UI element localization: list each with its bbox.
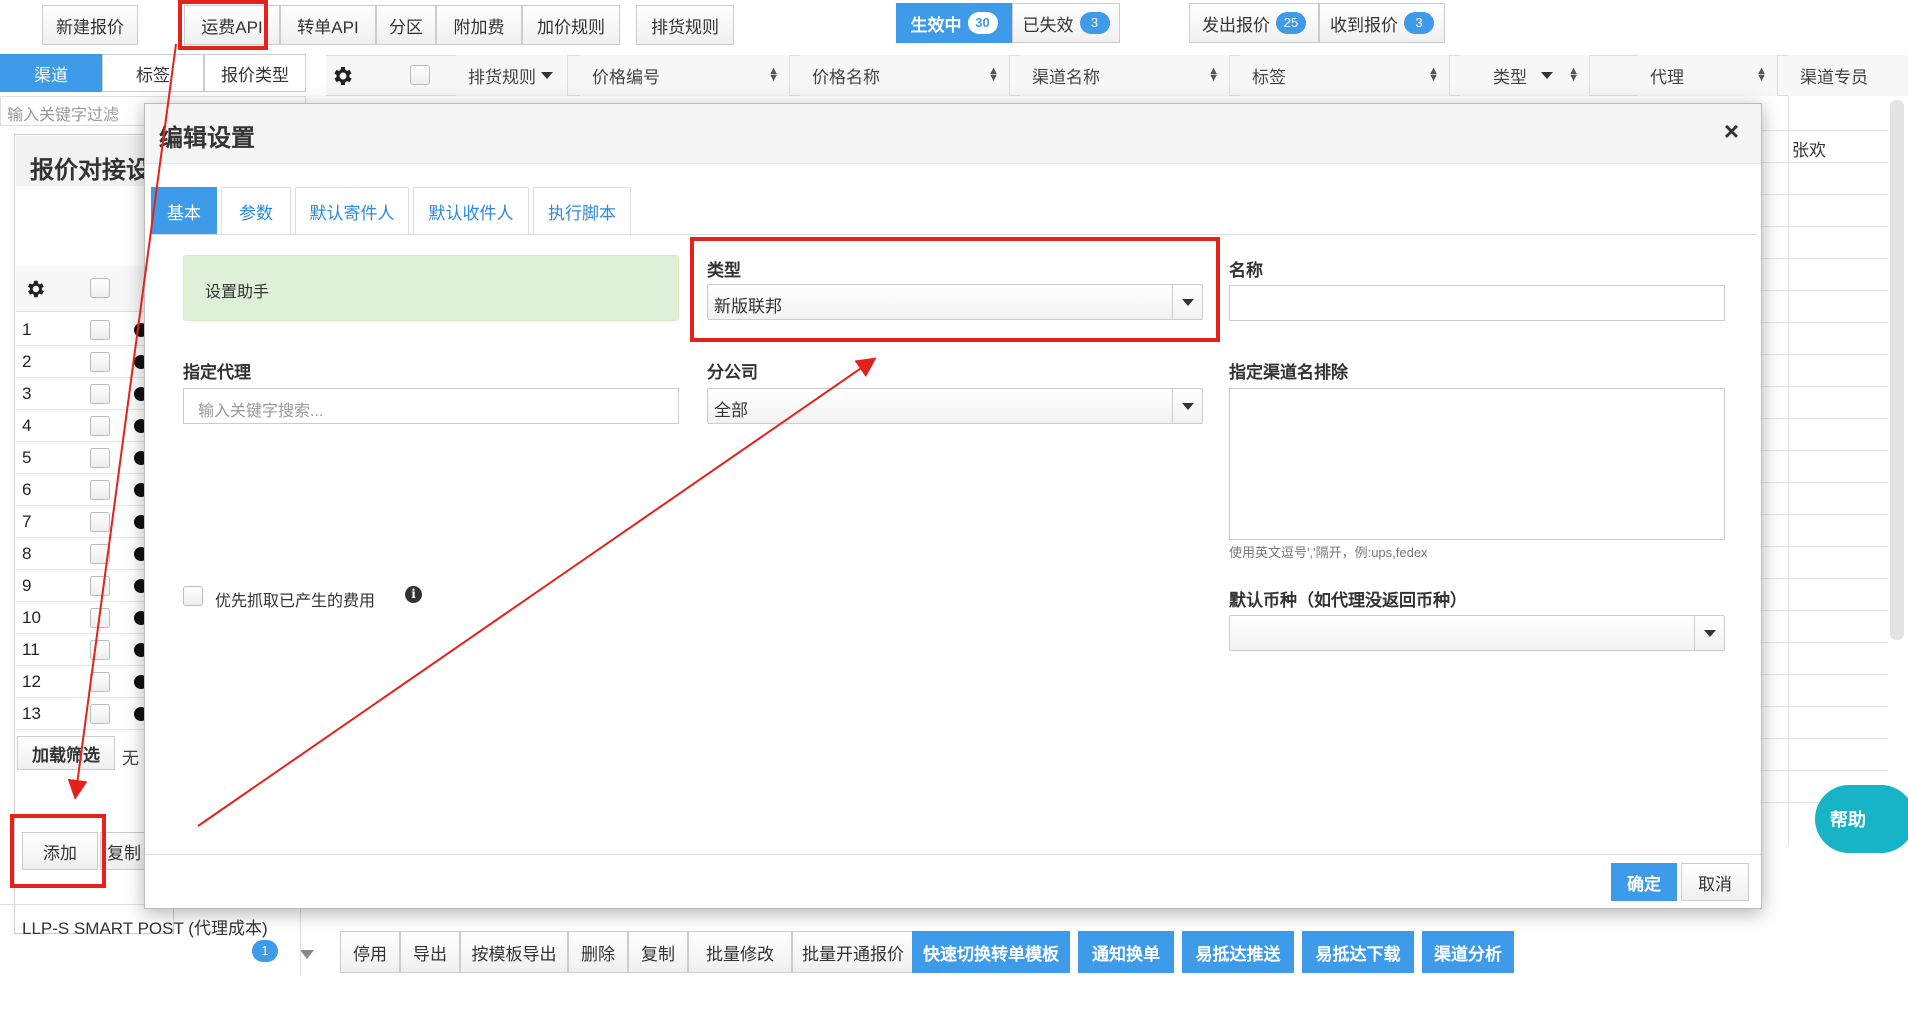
annotation-arrows xyxy=(67,43,877,827)
